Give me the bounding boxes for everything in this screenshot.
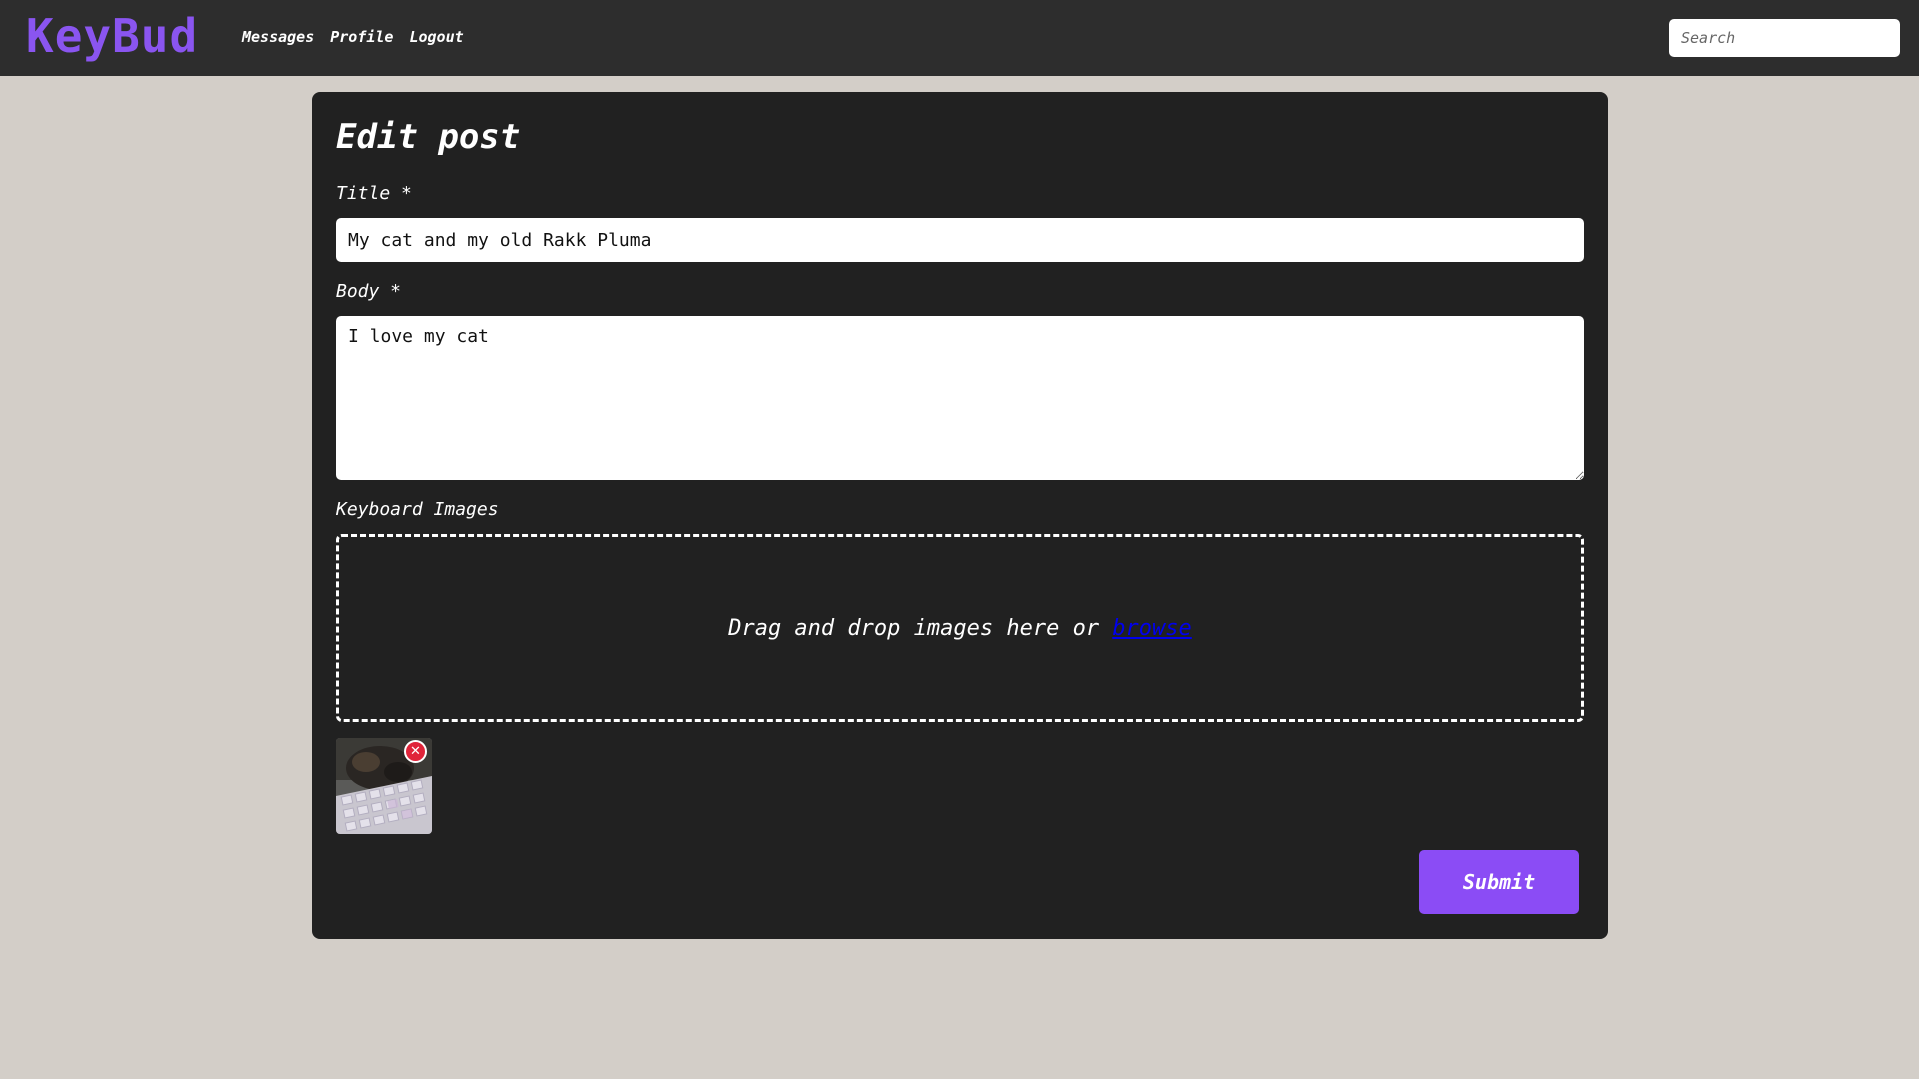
image-dropzone[interactable]: Drag and drop images here or browse [336,534,1584,722]
nav-link-messages[interactable]: Messages [242,26,314,48]
nav-link-logout[interactable]: Logout [409,26,463,48]
dropzone-text: Drag and drop images here or browse [728,616,1192,641]
body-label: Body * [336,281,402,302]
brand-logo[interactable]: KeyBud [26,10,198,62]
title-input[interactable] [336,218,1584,262]
dropzone-instructions: Drag and drop images here or [728,615,1113,641]
remove-image-button[interactable]: ✕ [404,740,427,763]
body-textarea[interactable]: I love my cat [336,316,1584,480]
title-label: Title * [336,183,412,204]
edit-post-card: Edit post Title * Body * I love my cat K… [312,92,1608,939]
page-title: Edit post [336,117,521,157]
keyboard-images-label: Keyboard Images [336,499,499,520]
search-input[interactable] [1669,19,1900,57]
submit-button[interactable]: Submit [1419,850,1579,914]
top-navbar: KeyBud Messages Profile Logout [0,0,1919,76]
browse-link[interactable]: browse [1112,616,1191,641]
nav-link-profile[interactable]: Profile [330,26,393,48]
close-icon: ✕ [410,744,421,759]
nav-links: Messages Profile Logout [242,26,464,48]
